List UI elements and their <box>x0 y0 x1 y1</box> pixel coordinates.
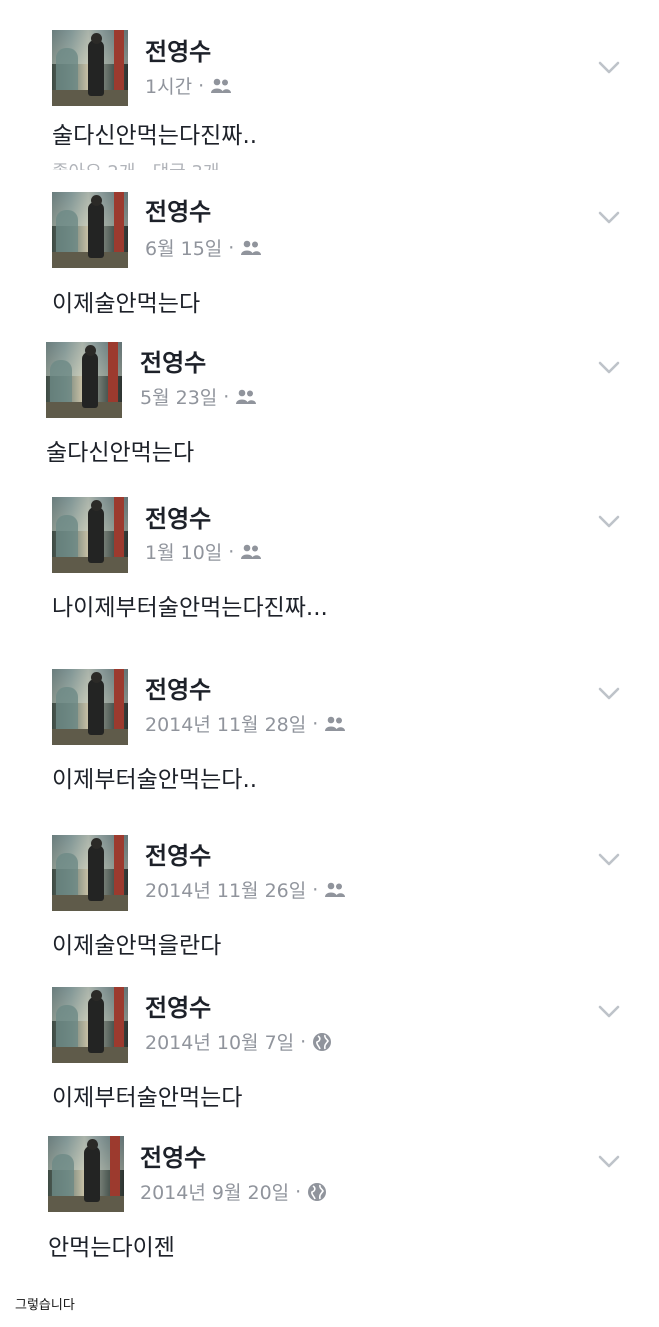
chevron-down-icon[interactable] <box>598 686 620 700</box>
post-timestamp[interactable]: 2014년 10월 7일 <box>145 1028 294 1055</box>
avatar[interactable] <box>52 669 128 745</box>
post-text: 술다신안먹는다 <box>46 440 195 466</box>
post-timestamp[interactable]: 1시간 <box>145 72 192 99</box>
author-name[interactable]: 전영수 <box>145 670 211 705</box>
author-name[interactable]: 전영수 <box>145 192 211 227</box>
post-timestamp[interactable]: 1월 10일 <box>145 538 222 565</box>
chevron-down-icon[interactable] <box>598 60 620 74</box>
post-meta: 2014년 11월 26일 · <box>145 876 346 903</box>
feed-post: 전영수 2014년 10월 7일 · 이제부터술안먹는다 <box>0 977 659 1127</box>
post-timestamp[interactable]: 5월 23일 <box>140 383 217 410</box>
post-text: 이제부터술안먹는다.. <box>52 767 258 793</box>
chevron-down-icon[interactable] <box>598 360 620 374</box>
post-footer-fragment: 좋아요 · 댓글 <box>52 807 152 809</box>
author-name[interactable]: 전영수 <box>145 32 211 67</box>
post-meta: 1시간 · <box>145 72 232 99</box>
post-timestamp[interactable]: 2014년 11월 26일 <box>145 876 306 903</box>
post-timestamp[interactable]: 6월 15일 <box>145 234 222 261</box>
meta-separator: · <box>295 1180 302 1203</box>
meta-separator: · <box>312 712 319 735</box>
chevron-down-icon[interactable] <box>598 514 620 528</box>
avatar[interactable] <box>52 497 128 573</box>
meta-separator: · <box>312 878 319 901</box>
post-meta: 1월 10일 · <box>145 538 262 565</box>
post-timestamp[interactable]: 2014년 11월 28일 <box>145 710 306 737</box>
feed-post: 전영수 2014년 11월 26일 · 이제술안먹을란다 <box>0 825 659 975</box>
meta-separator: · <box>228 540 235 563</box>
friends-icon[interactable] <box>240 544 262 560</box>
avatar[interactable] <box>52 987 128 1063</box>
author-name[interactable]: 전영수 <box>145 988 211 1023</box>
author-name[interactable]: 전영수 <box>145 836 211 871</box>
author-name[interactable]: 전영수 <box>140 343 206 378</box>
chevron-down-icon[interactable] <box>598 852 620 866</box>
post-text: 이제부터술안먹는다 <box>52 1085 243 1111</box>
chevron-down-icon[interactable] <box>598 1154 620 1168</box>
feed-post: 전영수 5월 23일 · 술다신안먹는다 <box>0 333 659 483</box>
post-text: 안먹는다이젠 <box>48 1235 175 1261</box>
post-meta: 2014년 11월 28일 · <box>145 710 346 737</box>
post-meta: 2014년 10월 7일 · <box>145 1028 332 1055</box>
meta-separator: · <box>228 236 235 259</box>
friends-icon[interactable] <box>324 716 346 732</box>
author-name[interactable]: 전영수 <box>145 499 211 534</box>
footer-caption: 그렇습니다 <box>15 1298 75 1313</box>
feed-post: 전영수 1월 10일 · 나이제부터술안먹는다진짜... <box>0 487 659 637</box>
friends-icon[interactable] <box>324 882 346 898</box>
avatar[interactable] <box>48 1136 124 1212</box>
friends-icon[interactable] <box>210 78 232 94</box>
globe-icon[interactable] <box>307 1182 327 1202</box>
feed-post: 전영수 2014년 9월 20일 · 안먹는다이젠 <box>0 1127 659 1277</box>
post-meta: 6월 15일 · <box>145 234 262 261</box>
friends-icon[interactable] <box>235 389 257 405</box>
post-meta: 5월 23일 · <box>140 383 257 410</box>
post-text: 이제술안먹는다 <box>52 291 201 317</box>
author-name[interactable]: 전영수 <box>140 1138 206 1173</box>
feed-post: 전영수 2014년 11월 28일 · 이제부터술안먹는다.. 좋아요 · 댓글 <box>0 659 659 809</box>
meta-separator: · <box>198 74 205 97</box>
avatar[interactable] <box>52 835 128 911</box>
globe-icon[interactable] <box>312 1032 332 1052</box>
meta-separator: · <box>300 1030 307 1053</box>
avatar[interactable] <box>52 192 128 268</box>
chevron-down-icon[interactable] <box>598 210 620 224</box>
avatar[interactable] <box>46 342 122 418</box>
feed-post: 전영수 6월 15일 · 이제술안먹는다 <box>0 180 659 330</box>
post-text: 술다신안먹는다진짜.. <box>52 123 258 149</box>
feed-post: 전영수 1시간 · 술다신안먹는다진짜.. 좋아요 2개 · 댓글 3개 <box>0 20 659 170</box>
avatar[interactable] <box>52 30 128 106</box>
chevron-down-icon[interactable] <box>598 1004 620 1018</box>
post-text: 나이제부터술안먹는다진짜... <box>52 595 328 621</box>
post-timestamp[interactable]: 2014년 9월 20일 <box>140 1178 289 1205</box>
friends-icon[interactable] <box>240 240 262 256</box>
post-text: 이제술안먹을란다 <box>52 933 222 959</box>
post-footer-fragment: 좋아요 2개 · 댓글 3개 <box>52 158 219 170</box>
meta-separator: · <box>223 385 230 408</box>
post-meta: 2014년 9월 20일 · <box>140 1178 327 1205</box>
